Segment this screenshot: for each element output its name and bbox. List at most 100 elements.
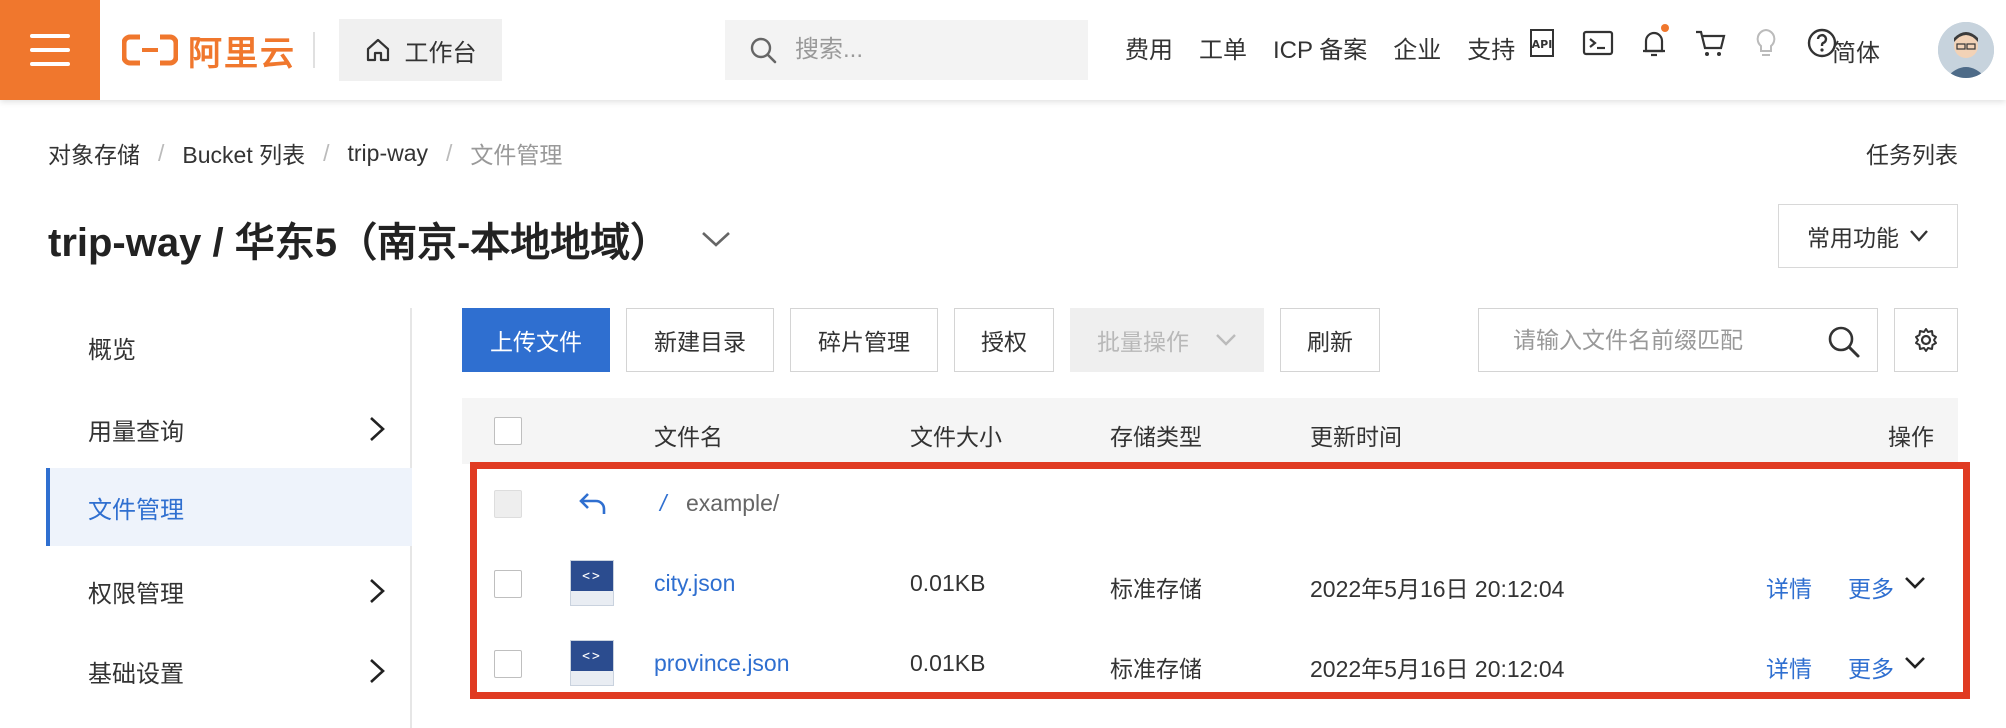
api-icon[interactable]: API xyxy=(1525,26,1559,60)
lightbulb-icon[interactable] xyxy=(1749,26,1783,60)
file-name-link[interactable]: province.json xyxy=(654,650,790,677)
file-icon-label: <> xyxy=(571,561,613,591)
more-dropdown[interactable]: 更多 xyxy=(1848,570,1894,604)
global-search[interactable] xyxy=(725,20,1088,80)
sidebar-item-usage[interactable]: 用量查询 xyxy=(46,390,412,468)
more-dropdown[interactable]: 更多 xyxy=(1848,650,1894,684)
breadcrumb-separator: / xyxy=(323,139,330,166)
row-checkbox[interactable] xyxy=(494,650,522,678)
code-file-icon: <> xyxy=(570,560,614,606)
sidebar-item-overview[interactable]: 概览 xyxy=(46,308,412,386)
top-link-fees[interactable]: 费用 xyxy=(1125,30,1173,65)
global-search-input[interactable] xyxy=(795,36,1055,64)
breadcrumb-item-bucket-list[interactable]: Bucket 列表 xyxy=(182,136,305,170)
top-link-tickets[interactable]: 工单 xyxy=(1199,30,1247,65)
chevron-right-icon xyxy=(370,417,385,441)
sidebar-item-label: 文件管理 xyxy=(88,496,184,524)
search-icon xyxy=(750,37,777,64)
authorize-button[interactable]: 授权 xyxy=(954,308,1054,372)
bell-icon[interactable] xyxy=(1637,24,1671,60)
top-icons: API xyxy=(1525,24,1839,60)
breadcrumb-separator: / xyxy=(446,139,453,166)
code-file-icon: <> xyxy=(570,640,614,686)
sidebar-item-permissions[interactable]: 权限管理 xyxy=(46,552,412,630)
avatar[interactable] xyxy=(1938,22,1994,78)
current-path: example/ xyxy=(686,490,780,516)
task-list-link[interactable]: 任务列表 xyxy=(1866,136,1958,170)
column-header-actions: 操作 xyxy=(1888,424,1934,450)
file-icon-label: <> xyxy=(571,641,613,671)
aliyun-logo[interactable]: 阿里云 xyxy=(122,28,296,73)
file-size: 0.01KB xyxy=(910,570,986,596)
top-link-icp[interactable]: ICP 备案 xyxy=(1273,30,1367,65)
detail-link[interactable]: 详情 xyxy=(1766,650,1812,684)
table-row-parent: / example/ xyxy=(462,464,1958,544)
refresh-button[interactable]: 刷新 xyxy=(1280,308,1380,372)
menu-line xyxy=(30,34,70,38)
file-size: 0.01KB xyxy=(910,650,986,676)
column-header-updated[interactable]: 更新时间 xyxy=(1310,418,1402,452)
chevron-down-icon xyxy=(1910,230,1928,242)
sidebar-item-file-management[interactable]: 文件管理 xyxy=(46,468,412,546)
chevron-right-icon xyxy=(370,659,385,683)
file-prefix-filter[interactable] xyxy=(1478,308,1878,372)
terminal-icon[interactable] xyxy=(1581,26,1615,60)
hamburger-menu-button[interactable] xyxy=(0,0,100,100)
sidebar-item-basic-settings[interactable]: 基础设置 xyxy=(46,632,412,710)
chevron-down-icon[interactable] xyxy=(1904,576,1926,590)
chevron-right-icon xyxy=(370,579,385,603)
divider xyxy=(313,32,315,68)
storage-type: 标准存储 xyxy=(1110,576,1202,602)
chevron-down-icon[interactable] xyxy=(700,229,732,249)
detail-link[interactable]: 详情 xyxy=(1766,570,1812,604)
sidebar-item-label: 概览 xyxy=(88,336,136,364)
page-title: trip-way / 华东5（南京-本地地域） xyxy=(48,210,732,268)
sidebar-item-label: 基础设置 xyxy=(88,660,184,688)
workbench-label: 工作台 xyxy=(404,39,477,67)
home-icon xyxy=(366,38,389,62)
search-icon[interactable] xyxy=(1827,325,1861,359)
batch-operation-dropdown[interactable]: 批量操作 xyxy=(1070,308,1264,372)
file-prefix-input[interactable] xyxy=(1513,326,1813,354)
new-directory-button[interactable]: 新建目录 xyxy=(626,308,774,372)
breadcrumb-item-oss[interactable]: 对象存储 xyxy=(48,136,140,170)
table-header: 文件名 文件大小 存储类型 更新时间 操作 xyxy=(462,398,1958,464)
breadcrumb-current: 文件管理 xyxy=(470,142,563,168)
column-header-name[interactable]: 文件名 xyxy=(654,418,723,452)
back-arrow-icon[interactable] xyxy=(578,490,608,518)
sidebar-item-label: 用量查询 xyxy=(88,418,184,446)
common-functions-dropdown[interactable]: 常用功能 xyxy=(1778,204,1958,268)
file-name-link[interactable]: city.json xyxy=(654,570,735,597)
table-row: <> province.json 0.01KB 标准存储 2022年5月16日 … xyxy=(462,624,1958,704)
aliyun-logo-icon xyxy=(122,34,178,66)
avatar-image xyxy=(1938,22,1994,78)
select-all-checkbox[interactable] xyxy=(494,417,522,445)
updated-time: 2022年5月16日 20:12:04 xyxy=(1310,656,1565,682)
table-settings-button[interactable] xyxy=(1894,308,1958,372)
notification-dot xyxy=(1661,24,1669,32)
cart-icon[interactable] xyxy=(1693,26,1727,60)
svg-text:API: API xyxy=(1532,38,1553,51)
gear-icon xyxy=(1915,328,1937,352)
chevron-down-icon[interactable] xyxy=(1904,656,1926,670)
language-switch[interactable]: 简体 xyxy=(1832,33,1880,68)
common-functions-label: 常用功能 xyxy=(1807,225,1899,251)
top-link-support[interactable]: 支持 xyxy=(1467,30,1515,65)
sidebar-item-label: 权限管理 xyxy=(88,580,184,608)
logo-text: 阿里云 xyxy=(188,34,296,73)
upload-file-button[interactable]: 上传文件 xyxy=(462,308,610,372)
column-header-storage[interactable]: 存储类型 xyxy=(1110,418,1202,452)
path-root-link[interactable]: / xyxy=(660,490,666,517)
sidebar: 概览 用量查询 文件管理 权限管理 基础设置 xyxy=(46,308,412,728)
fragment-management-button[interactable]: 碎片管理 xyxy=(790,308,938,372)
chevron-down-icon xyxy=(1216,334,1236,346)
column-header-size[interactable]: 文件大小 xyxy=(910,418,1002,452)
breadcrumb: 对象存储 / Bucket 列表 / trip-way / 文件管理 xyxy=(48,136,562,170)
workbench-button[interactable]: 工作台 xyxy=(339,19,502,81)
breadcrumb-item-bucket[interactable]: trip-way xyxy=(348,140,429,167)
top-links: 费用 工单 ICP 备案 企业 支持 xyxy=(1125,30,1541,65)
row-checkbox[interactable] xyxy=(494,570,522,598)
batch-operation-label: 批量操作 xyxy=(1097,329,1189,355)
top-link-enterprise[interactable]: 企业 xyxy=(1393,30,1441,65)
top-bar: 阿里云 工作台 费用 工单 ICP 备案 企业 支持 API xyxy=(0,0,2006,100)
